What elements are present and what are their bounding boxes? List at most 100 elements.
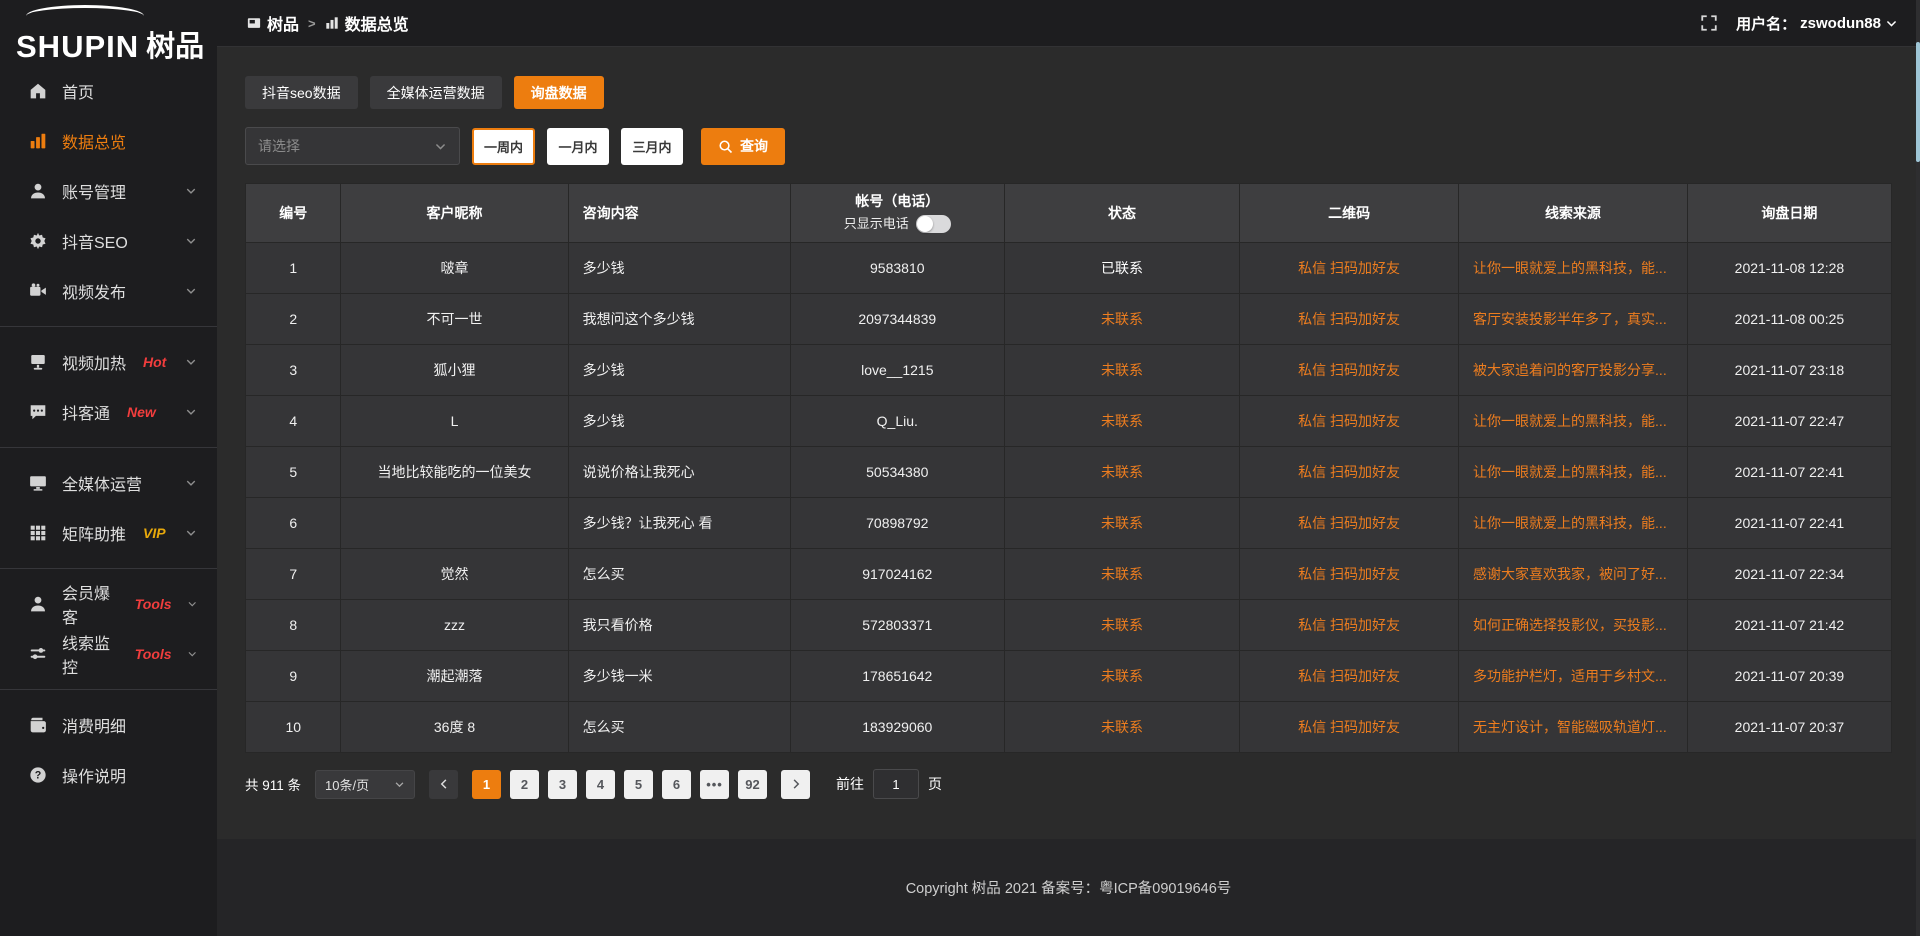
sidebar-item-data-overview[interactable]: 数据总览 — [0, 116, 217, 166]
source-link[interactable]: 无主灯设计，智能磁吸轨道灯... — [1473, 719, 1667, 735]
page-button[interactable]: 5 — [624, 770, 653, 799]
cell-no: 8 — [246, 600, 341, 651]
source-link[interactable]: 感谢大家喜欢我家，被问了好... — [1473, 566, 1667, 582]
source-link[interactable]: 让你一眼就爱上的黑科技，能... — [1473, 413, 1667, 429]
qr-links[interactable]: 私信 扫码加好友 — [1298, 515, 1400, 531]
gear-icon — [29, 232, 47, 250]
cell-qr: 私信 扫码加好友 — [1240, 498, 1459, 549]
page-size-select[interactable]: 10条/页 — [315, 770, 415, 799]
chevron-right-icon — [790, 778, 802, 790]
page-button[interactable]: 2 — [510, 770, 539, 799]
user-icon — [29, 182, 47, 200]
scrollbar[interactable] — [1916, 0, 1920, 936]
sidebar-item-member-baoke[interactable]: 会员爆客 Tools — [0, 579, 217, 629]
source-link[interactable]: 客厅安装投影半年多了，真实... — [1473, 311, 1667, 327]
source-link[interactable]: 多功能护栏灯，适用于乡村文... — [1473, 668, 1667, 684]
cell-qr: 私信 扫码加好友 — [1240, 600, 1459, 651]
page-button[interactable]: 4 — [586, 770, 615, 799]
next-page-button[interactable] — [781, 770, 810, 799]
search-button[interactable]: 查询 — [701, 128, 785, 165]
qr-links[interactable]: 私信 扫码加好友 — [1298, 362, 1400, 378]
col-status: 状态 — [1004, 184, 1239, 243]
sidebar-item-video-publish[interactable]: 视频发布 — [0, 266, 217, 316]
cell-status: 已联系 — [1004, 243, 1239, 294]
status-badge: 未联系 — [1101, 464, 1143, 480]
qr-links[interactable]: 私信 扫码加好友 — [1298, 668, 1400, 684]
question-circle-icon: ? — [29, 766, 47, 784]
phone-only-toggle[interactable] — [916, 215, 951, 233]
chevron-down-icon — [1885, 17, 1898, 30]
cell-nickname: 不可一世 — [341, 294, 568, 345]
tab-media-operation-data[interactable]: 全媒体运营数据 — [370, 76, 502, 109]
phone-toggle-label: 只显示电话 — [844, 216, 909, 232]
breadcrumb-root[interactable]: 树品 — [247, 11, 299, 35]
qr-links[interactable]: 私信 扫码加好友 — [1298, 413, 1400, 429]
sidebar-item-media-operation[interactable]: 全媒体运营 — [0, 458, 217, 508]
cell-status: 未联系 — [1004, 498, 1239, 549]
chevron-down-icon — [185, 406, 197, 418]
cell-nickname — [341, 498, 568, 549]
prev-page-button[interactable] — [429, 770, 458, 799]
qr-links[interactable]: 私信 扫码加好友 — [1298, 566, 1400, 582]
sidebar-item-help[interactable]: ? 操作说明 — [0, 750, 217, 800]
total-count: 共 911 条 — [245, 774, 301, 794]
page-button[interactable]: 6 — [662, 770, 691, 799]
page-button[interactable]: ••• — [700, 770, 729, 799]
cell-content: 我想问这个多少钱 — [568, 294, 790, 345]
tab-douyin-seo-data[interactable]: 抖音seo数据 — [245, 76, 358, 109]
sidebar-item-doukertong[interactable]: 抖客通 New — [0, 387, 217, 437]
source-link[interactable]: 如何正确选择投影仪，买投影... — [1473, 617, 1667, 633]
qr-links[interactable]: 私信 扫码加好友 — [1298, 719, 1400, 735]
sidebar-item-lead-monitor[interactable]: 线索监控 Tools — [0, 629, 217, 679]
chevron-down-icon — [187, 648, 197, 660]
cell-date: 2021-11-07 22:47 — [1687, 396, 1891, 447]
cell-date: 2021-11-07 20:37 — [1687, 702, 1891, 753]
cell-nickname: zzz — [341, 600, 568, 651]
cell-no: 1 — [246, 243, 341, 294]
page-button[interactable]: 1 — [472, 770, 501, 799]
scrollbar-thumb[interactable] — [1916, 42, 1920, 162]
home-icon — [29, 82, 47, 100]
sidebar-item-expense-detail[interactable]: 消费明细 — [0, 700, 217, 750]
range-quarter-button[interactable]: 三月内 — [621, 128, 683, 165]
source-link[interactable]: 让你一眼就爱上的黑科技，能... — [1473, 464, 1667, 480]
sidebar-item-account[interactable]: 账号管理 — [0, 166, 217, 216]
cell-content: 多少钱一米 — [568, 651, 790, 702]
source-link[interactable]: 让你一眼就爱上的黑科技，能... — [1473, 260, 1667, 276]
qr-links[interactable]: 私信 扫码加好友 — [1298, 311, 1400, 327]
grid-icon — [29, 524, 47, 542]
chat-bubble-icon — [29, 403, 47, 421]
source-link[interactable]: 让你一眼就爱上的黑科技，能... — [1473, 515, 1667, 531]
chevron-down-icon — [185, 527, 197, 539]
fullscreen-icon[interactable] — [1700, 14, 1718, 32]
sidebar-item-douyin-seo[interactable]: 抖音SEO — [0, 216, 217, 266]
user-menu[interactable]: 用户名： zswodun88 — [1736, 13, 1898, 34]
range-month-button[interactable]: 一月内 — [547, 128, 609, 165]
qr-links[interactable]: 私信 扫码加好友 — [1298, 617, 1400, 633]
sidebar-item-home[interactable]: 首页 — [0, 66, 217, 116]
billboard-icon — [29, 353, 47, 371]
page-button[interactable]: 92 — [738, 770, 767, 799]
chevron-down-icon — [185, 235, 197, 247]
range-week-button[interactable]: 一周内 — [472, 128, 535, 165]
sidebar-item-matrix-boost[interactable]: 矩阵助推 VIP — [0, 508, 217, 558]
cell-no: 4 — [246, 396, 341, 447]
table-row: 5 当地比较能吃的一位美女 说说价格让我死心 50534380 未联系 私信 扫… — [246, 447, 1892, 498]
username: zswodun88 — [1800, 15, 1881, 32]
qr-links[interactable]: 私信 扫码加好友 — [1298, 464, 1400, 480]
filter-select[interactable]: 请选择 — [245, 127, 460, 165]
tab-inquiry-data[interactable]: 询盘数据 — [514, 76, 604, 109]
breadcrumb-current[interactable]: 数据总览 — [325, 11, 409, 35]
cell-qr: 私信 扫码加好友 — [1240, 345, 1459, 396]
qr-links[interactable]: 私信 扫码加好友 — [1298, 260, 1400, 276]
status-badge: 未联系 — [1101, 362, 1143, 378]
cell-account: 178651642 — [790, 651, 1004, 702]
cell-nickname: 潮起潮落 — [341, 651, 568, 702]
cell-content: 怎么买 — [568, 549, 790, 600]
cell-date: 2021-11-07 22:41 — [1687, 447, 1891, 498]
source-link[interactable]: 被大家追着问的客厅投影分享... — [1473, 362, 1667, 378]
page-button[interactable]: 3 — [548, 770, 577, 799]
goto-page-input[interactable] — [873, 769, 919, 799]
sidebar-item-video-heat[interactable]: 视频加热 Hot — [0, 337, 217, 387]
person-icon — [29, 595, 47, 613]
